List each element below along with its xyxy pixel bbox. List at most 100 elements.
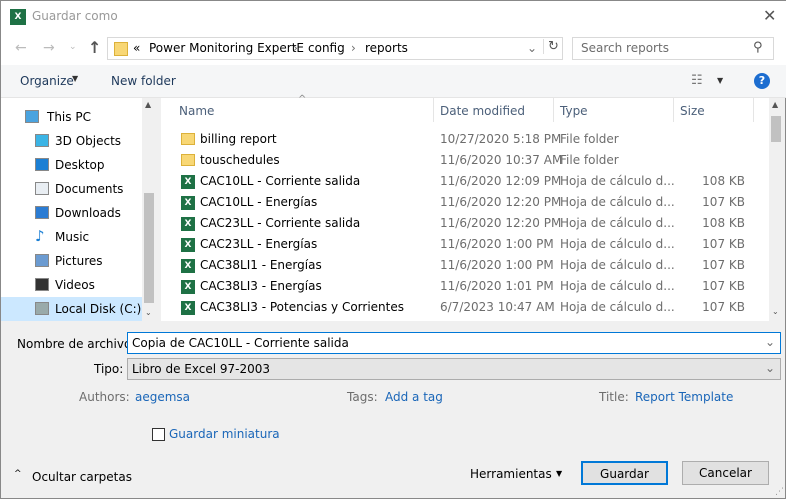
search-input[interactable]: Search reports ⚲ bbox=[572, 37, 774, 60]
crumb-separator-icon[interactable]: › bbox=[293, 41, 298, 55]
sidebar-item[interactable]: Documents bbox=[1, 177, 142, 201]
recent-chevron-icon[interactable]: ⌄ bbox=[69, 42, 77, 52]
organize-button[interactable]: Organize bbox=[20, 74, 74, 88]
authors-value[interactable]: aegemsa bbox=[135, 390, 190, 404]
forward-icon[interactable]: → bbox=[43, 40, 55, 56]
file-type: Hoja de cálculo d... bbox=[560, 300, 675, 314]
close-icon[interactable]: ✕ bbox=[763, 6, 776, 25]
excel-file-icon: X bbox=[181, 217, 195, 231]
file-list-scrollbar[interactable]: ▲ ⌄ bbox=[769, 98, 783, 321]
sidebar-item-label: Documents bbox=[55, 182, 124, 196]
file-row[interactable]: X CAC38LI3 - Potencias y Corrientes 6/7/20… bbox=[161, 297, 769, 318]
sidebar-scrollbar[interactable]: ▲ ⌄ bbox=[142, 98, 156, 321]
nav-bar: ← → ⌄ ↑ « Power Monitoring ExpertE › con… bbox=[1, 33, 786, 65]
download-icon bbox=[35, 206, 49, 219]
new-folder-button[interactable]: New folder bbox=[111, 74, 176, 88]
title-label: Title: bbox=[599, 390, 629, 404]
sidebar-item[interactable]: Pictures bbox=[1, 249, 142, 273]
thumbnail-label[interactable]: Guardar miniatura bbox=[169, 427, 280, 441]
column-name[interactable]: Name bbox=[179, 104, 214, 118]
sidebar-item[interactable]: Desktop bbox=[1, 153, 142, 177]
search-placeholder: Search reports bbox=[581, 41, 669, 55]
file-row[interactable]: X CAC23LL - Corriente salida 11/6/2020 12:… bbox=[161, 213, 769, 234]
sidebar-item-label: 3D Objects bbox=[55, 134, 122, 148]
tools-button[interactable]: Herramientas bbox=[470, 467, 552, 481]
cancel-button[interactable]: Cancelar bbox=[682, 461, 769, 485]
filename-input[interactable]: Copia de CAC10LL - Corriente salida ⌄ bbox=[127, 332, 781, 354]
file-row[interactable]: touschedules 11/6/2020 10:37 AM File folde… bbox=[161, 150, 769, 171]
scroll-thumb[interactable] bbox=[771, 116, 781, 142]
column-date[interactable]: Date modified bbox=[440, 104, 525, 118]
crumb-separator-icon[interactable]: › bbox=[351, 41, 356, 55]
sidebar-item[interactable]: ♪ Music bbox=[1, 225, 142, 249]
save-button[interactable]: Guardar bbox=[581, 461, 668, 485]
file-name: CAC38LI3 - Potencias y Corrientes bbox=[200, 300, 404, 314]
search-icon[interactable]: ⚲ bbox=[753, 40, 763, 55]
sidebar-item[interactable]: Downloads bbox=[1, 201, 142, 225]
sidebar-item-label: Local Disk (C:) bbox=[55, 302, 142, 316]
file-row[interactable]: X CAC10LL - Energías 11/6/2020 12:20 PM Hoj… bbox=[161, 192, 769, 213]
excel-file-icon: X bbox=[181, 280, 195, 294]
hide-folders-button[interactable]: Ocultar carpetas bbox=[32, 470, 132, 484]
file-size: 107 KB bbox=[702, 300, 745, 314]
tags-value[interactable]: Add a tag bbox=[385, 390, 443, 404]
authors-label: Authors: bbox=[79, 390, 130, 404]
help-icon[interactable]: ? bbox=[754, 73, 770, 89]
tags-label: Tags: bbox=[347, 390, 378, 404]
file-name: billing report bbox=[200, 132, 277, 146]
up-icon[interactable]: ↑ bbox=[88, 38, 101, 57]
file-name: CAC10LL - Corriente salida bbox=[200, 174, 361, 188]
type-select[interactable]: Libro de Excel 97-2003 ⌄ bbox=[127, 358, 781, 380]
scroll-thumb[interactable] bbox=[144, 193, 154, 303]
organize-dropdown-icon[interactable]: ▼ bbox=[72, 74, 78, 83]
sidebar-item[interactable]: Local Disk (C:) bbox=[1, 297, 142, 321]
tools-dropdown-icon[interactable]: ▼ bbox=[556, 469, 562, 478]
address-bar[interactable]: « Power Monitoring ExpertE › config › re… bbox=[107, 37, 563, 60]
sidebar-item-label: Pictures bbox=[55, 254, 103, 268]
crumb[interactable]: Power Monitoring ExpertE bbox=[149, 41, 304, 55]
title-bar: X Guardar como ✕ bbox=[1, 1, 786, 33]
file-size: 107 KB bbox=[702, 279, 745, 293]
sidebar-item-label: Videos bbox=[55, 278, 95, 292]
title-value[interactable]: Report Template bbox=[635, 390, 733, 404]
refresh-icon[interactable]: ↻ bbox=[543, 39, 559, 54]
excel-file-icon: X bbox=[181, 196, 195, 210]
resize-grip-icon[interactable]: ⋰ bbox=[775, 487, 784, 497]
crumb[interactable]: config bbox=[308, 41, 345, 55]
file-type: Hoja de cálculo d... bbox=[560, 258, 675, 272]
back-icon[interactable]: ← bbox=[15, 40, 27, 56]
file-type: Hoja de cálculo d... bbox=[560, 237, 675, 251]
thumbnail-checkbox[interactable] bbox=[152, 428, 165, 441]
folder-icon bbox=[181, 133, 195, 145]
file-row[interactable]: X CAC10LL - Corriente salida 11/6/2020 12:… bbox=[161, 171, 769, 192]
view-options-icon[interactable]: ☷ bbox=[691, 73, 703, 88]
excel-file-icon: X bbox=[181, 238, 195, 252]
file-row[interactable]: X CAC23LL - Energías 11/6/2020 1:00 PM Hoja… bbox=[161, 234, 769, 255]
column-size[interactable]: Size bbox=[680, 104, 705, 118]
scroll-up-icon[interactable]: ▲ bbox=[145, 100, 151, 109]
file-row[interactable]: billing report 10/27/2020 5:18 PM File fol… bbox=[161, 129, 769, 150]
scroll-down-icon[interactable]: ⌄ bbox=[772, 307, 779, 316]
sidebar-item[interactable]: Videos bbox=[1, 273, 142, 297]
type-value: Libro de Excel 97-2003 bbox=[132, 362, 271, 376]
navigation-pane: This PC 3D Objects Desktop Documents Downloa… bbox=[1, 98, 156, 321]
chevron-down-icon[interactable]: ⌄ bbox=[765, 335, 775, 349]
column-type[interactable]: Type bbox=[560, 104, 588, 118]
sidebar-item[interactable]: This PC bbox=[1, 105, 142, 129]
address-dropdown-icon[interactable]: ⌄ bbox=[527, 41, 537, 55]
crumb[interactable]: reports bbox=[365, 41, 408, 55]
sidebar-item[interactable]: 3D Objects bbox=[1, 129, 142, 153]
file-row[interactable]: X CAC38LI3 - Energías 11/6/2020 1:01 PM Hoj… bbox=[161, 276, 769, 297]
view-dropdown-icon[interactable]: ▼ bbox=[717, 76, 723, 85]
file-date: 11/6/2020 1:00 PM bbox=[440, 237, 554, 251]
scroll-down-icon[interactable]: ⌄ bbox=[145, 308, 152, 317]
excel-file-icon: X bbox=[181, 301, 195, 315]
scroll-up-icon[interactable]: ▲ bbox=[772, 100, 778, 109]
address-overflow[interactable]: « bbox=[133, 41, 140, 55]
file-row[interactable]: X CAC38LI1 - Energías 11/6/2020 1:00 PM Hoj… bbox=[161, 255, 769, 276]
cube-icon bbox=[35, 134, 49, 147]
file-size: 107 KB bbox=[702, 195, 745, 209]
chevron-up-icon[interactable]: ^ bbox=[14, 469, 22, 479]
chevron-down-icon[interactable]: ⌄ bbox=[765, 361, 775, 375]
documents-icon bbox=[35, 182, 49, 195]
